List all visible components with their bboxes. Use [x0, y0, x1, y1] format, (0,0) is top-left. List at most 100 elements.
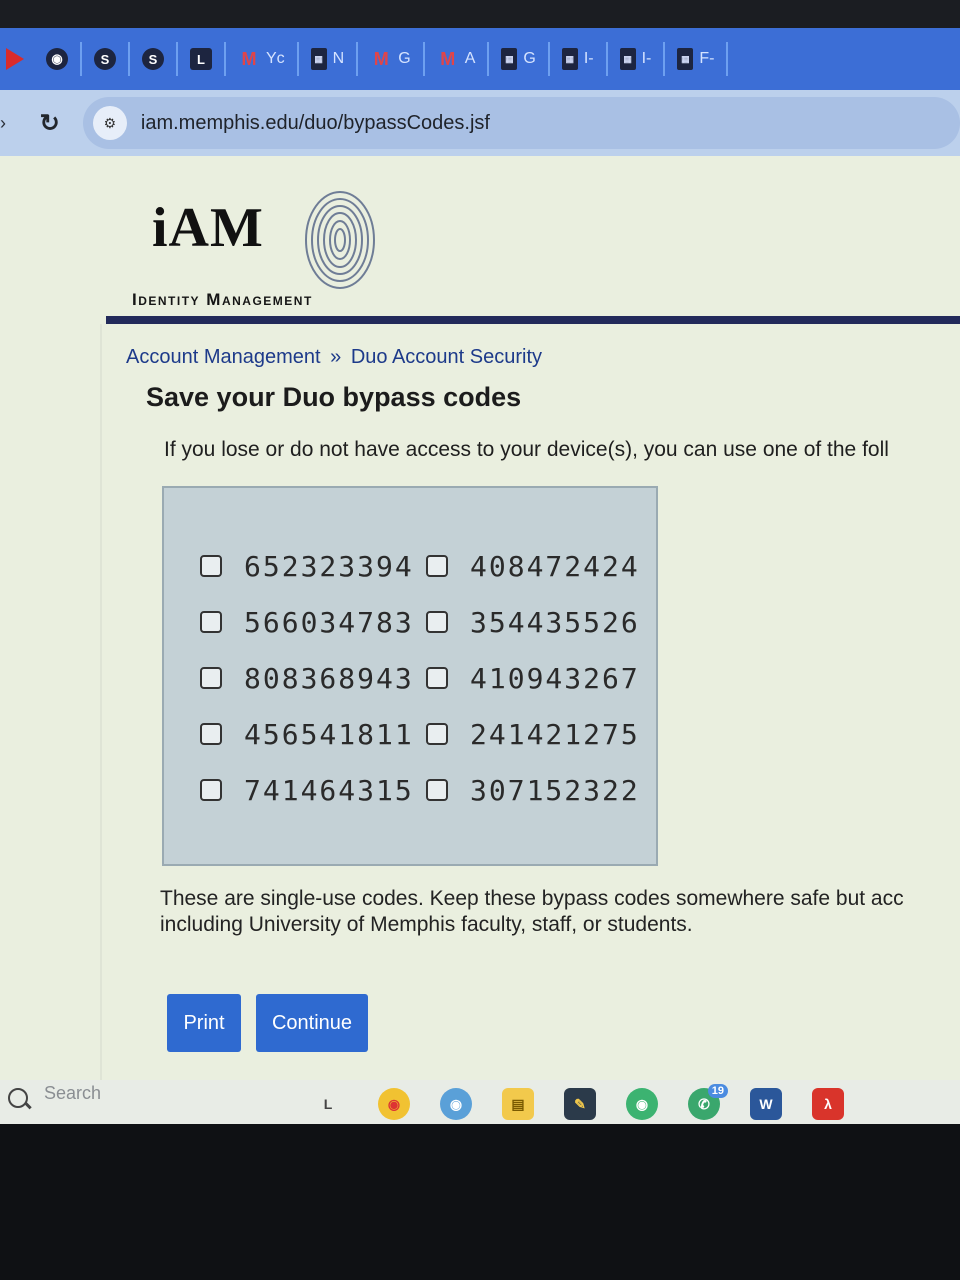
bookmark-doc-f[interactable]: ▦ F-: [665, 42, 729, 76]
code-item: 456541811: [200, 718, 420, 751]
web-page: iAM Identity Management Account Manageme…: [0, 156, 960, 1084]
bypass-code: 307152322: [470, 773, 640, 807]
iam-logo[interactable]: iAM Identity Management: [130, 186, 420, 309]
l-app-icon[interactable]: L: [312, 1088, 344, 1120]
bypass-code: 408472424: [470, 549, 640, 583]
ssb-icon: S: [94, 48, 116, 70]
code-item: 241421275: [426, 718, 640, 751]
bookmark-label: F-: [699, 50, 715, 67]
code-checkbox[interactable]: [200, 611, 222, 633]
bookmark-label: I-: [583, 50, 594, 67]
document-icon: ▦: [619, 48, 636, 70]
document-icon: ▦: [561, 48, 578, 70]
notes-app-icon[interactable]: ✎: [564, 1088, 596, 1120]
bookmark-gmail-a[interactable]: M A: [425, 42, 490, 76]
reload-icon[interactable]: ↻: [40, 109, 69, 138]
whatsapp-badge: 19: [707, 1084, 728, 1098]
file-explorer-icon[interactable]: ▤: [502, 1088, 534, 1120]
red-arrow-icon[interactable]: [6, 48, 24, 70]
note-line-1: These are single-use codes. Keep these b…: [160, 887, 904, 910]
bookmark-doc-i1[interactable]: ▦ I-: [550, 42, 608, 76]
main-content: Account Management » Duo Account Securit…: [100, 324, 960, 1084]
bookmark-label: N: [332, 50, 345, 67]
bypass-codes-panel: 652323394 408472424 566034783 354435526: [162, 486, 658, 866]
taskbar: Search L ◉ ◉ ▤ ✎ ◉ ✆ 19 W λ: [0, 1080, 960, 1124]
code-checkbox[interactable]: [200, 779, 222, 801]
bypass-code: 354435526: [470, 605, 640, 639]
code-checkbox[interactable]: [426, 667, 448, 689]
bookmark-label: Yc: [266, 50, 285, 67]
bypass-code: 410943267: [470, 661, 640, 695]
bypass-code: 566034783: [244, 605, 414, 639]
fingerprint-icon: [305, 191, 375, 289]
bookmark-label: G: [398, 50, 411, 67]
taskbar-search[interactable]: Search: [44, 1083, 101, 1104]
code-item: 410943267: [426, 662, 640, 695]
chrome-profile-icon[interactable]: ◉: [440, 1088, 472, 1120]
bookmark-label: A: [464, 50, 476, 67]
bookmark-github[interactable]: ◉: [34, 42, 82, 76]
word-icon[interactable]: W: [750, 1088, 782, 1120]
document-icon: ▦: [677, 48, 694, 70]
bypass-code: 741464315: [244, 773, 414, 807]
url-text[interactable]: iam.memphis.edu/duo/bypassCodes.jsf: [141, 112, 490, 135]
forward-icon[interactable]: ›: [0, 113, 14, 134]
bookmark-label: G: [523, 50, 536, 67]
code-item: 741464315: [200, 774, 420, 807]
acrobat-icon[interactable]: λ: [812, 1088, 844, 1120]
bookmark-doc-n[interactable]: ▦ N: [299, 42, 359, 76]
code-checkbox[interactable]: [200, 555, 222, 577]
document-icon: ▦: [501, 48, 518, 70]
code-checkbox[interactable]: [426, 723, 448, 745]
logo-subtitle: Identity Management: [132, 290, 313, 309]
print-button[interactable]: Print: [167, 994, 241, 1052]
code-row: 741464315 307152322: [200, 762, 656, 818]
code-checkbox[interactable]: [200, 723, 222, 745]
code-item: 566034783: [200, 606, 420, 639]
bypass-code: 456541811: [244, 717, 414, 751]
bypass-code: 808368943: [244, 661, 414, 695]
bookmark-l-app[interactable]: L: [178, 42, 226, 76]
breadcrumb-current: Duo Account Security: [350, 346, 543, 368]
intro-text: If you lose or do not have access to you…: [164, 438, 889, 461]
continue-button[interactable]: Continue: [256, 994, 368, 1052]
document-icon: ▦: [310, 48, 327, 70]
chrome-alt-icon[interactable]: ◉: [626, 1088, 658, 1120]
code-row: 566034783 354435526: [200, 594, 656, 650]
note-line-2: including University of Memphis faculty,…: [160, 913, 693, 936]
code-item: 408472424: [426, 550, 640, 583]
ssb-icon: S: [142, 48, 164, 70]
code-row: 456541811 241421275: [200, 706, 656, 762]
logo-title: iAM: [152, 197, 264, 259]
url-omnibox[interactable]: ⚙ iam.memphis.edu/duo/bypassCodes.jsf: [82, 97, 960, 149]
bypass-code: 652323394: [244, 549, 414, 583]
code-row: 652323394 408472424: [200, 538, 656, 594]
search-icon[interactable]: [8, 1088, 28, 1108]
address-bar: › ↻ ⚙ iam.memphis.edu/duo/bypassCodes.js…: [0, 90, 960, 156]
code-checkbox[interactable]: [426, 555, 448, 577]
gmail-icon: M: [440, 48, 456, 69]
bookmark-doc-i2[interactable]: ▦ I-: [608, 42, 666, 76]
code-checkbox[interactable]: [426, 779, 448, 801]
header-rule: [106, 316, 960, 324]
code-checkbox[interactable]: [426, 611, 448, 633]
code-item: 808368943: [200, 662, 420, 695]
code-row: 808368943 410943267: [200, 650, 656, 706]
single-use-note: These are single-use codes. Keep these b…: [160, 886, 960, 938]
gmail-icon: M: [241, 48, 257, 69]
bypass-code: 241421275: [470, 717, 640, 751]
laptop-bezel: [0, 1124, 960, 1280]
bookmark-ssb-2[interactable]: S: [130, 42, 178, 76]
site-info-icon[interactable]: ⚙: [92, 106, 127, 140]
whatsapp-icon[interactable]: ✆ 19: [688, 1084, 728, 1120]
bookmark-gmail-g[interactable]: M G: [358, 42, 425, 76]
code-item: 307152322: [426, 774, 640, 807]
code-checkbox[interactable]: [200, 667, 222, 689]
bookmark-doc-g[interactable]: ▦ G: [489, 42, 550, 76]
chrome-icon[interactable]: ◉: [378, 1088, 410, 1120]
breadcrumb-account-management[interactable]: Account Management: [126, 346, 321, 368]
screen-top-edge: [0, 0, 960, 28]
bookmark-ssb-1[interactable]: S: [82, 42, 130, 76]
bookmark-gmail-yc[interactable]: M Yc: [226, 42, 299, 76]
bookmarks-bar: ◉ S S L M Yc ▦ N M G M A ▦ G ▦ I- ▦ I- ▦…: [0, 28, 960, 90]
